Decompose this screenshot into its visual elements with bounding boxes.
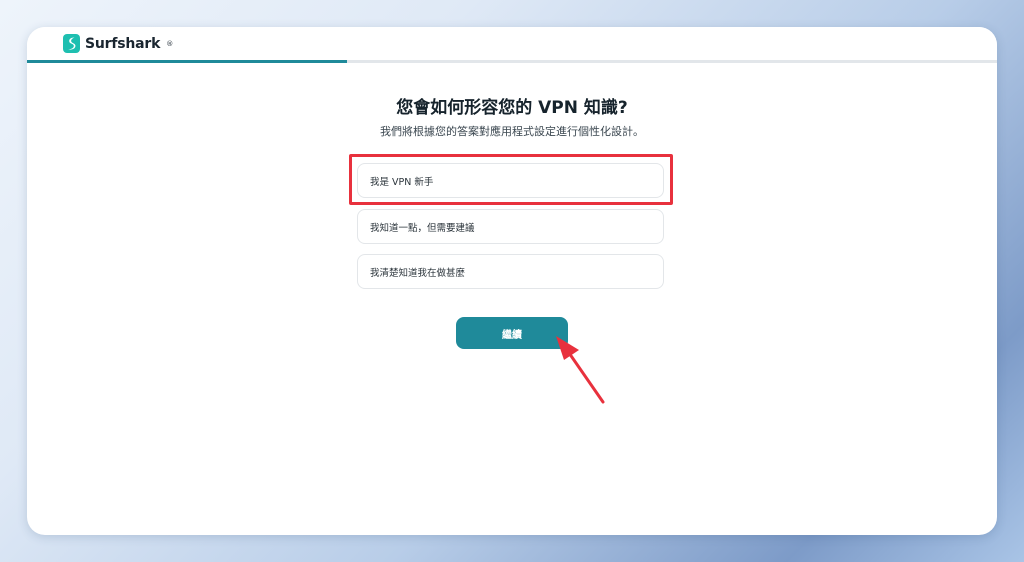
brand-registered-mark: ® xyxy=(166,39,174,48)
question-title: 您會如何形容您的 VPN 知識? xyxy=(396,98,628,118)
question-subtitle: 我們將根據您的答案對應用程式設定進行個性化設計。 xyxy=(380,125,644,138)
surfshark-logo-icon xyxy=(63,34,80,53)
app-window: Surfshark ® 您會如何形容您的 VPN 知識? 我們將根據您的答案對應用… xyxy=(27,27,997,535)
option-know-a-little[interactable]: 我知道一點，但需要建議 xyxy=(357,209,664,244)
option-label: 我清楚知道我在做甚麼 xyxy=(370,267,466,279)
top-bar: Surfshark ® xyxy=(27,27,997,61)
surfshark-logo: Surfshark ® xyxy=(63,34,173,53)
option-label: 我知道一點，但需要建議 xyxy=(370,222,475,234)
continue-button[interactable]: 繼續 xyxy=(456,317,568,349)
option-know-what-doing[interactable]: 我清楚知道我在做甚麼 xyxy=(357,254,664,289)
progress-bar xyxy=(27,60,997,63)
option-vpn-beginner[interactable]: 我是 VPN 新手 xyxy=(357,163,664,198)
option-label: 我是 VPN 新手 xyxy=(370,176,434,188)
progress-fill xyxy=(27,60,348,63)
brand-name: Surfshark xyxy=(85,35,161,52)
